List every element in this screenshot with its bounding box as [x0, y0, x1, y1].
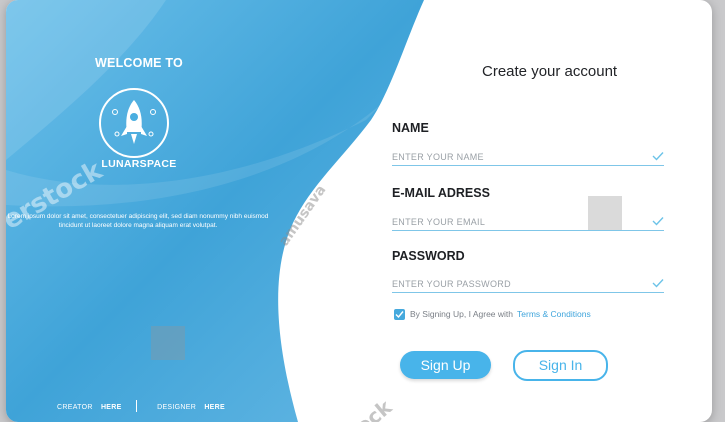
sign-up-button[interactable]: Sign Up [400, 351, 491, 379]
designer-link[interactable]: DESIGNER HERE [151, 404, 225, 411]
form-title: Create your account [482, 63, 618, 80]
footer-links: CREATOR HERE DESIGNER HERE [6, 400, 270, 412]
check-icon [652, 217, 664, 226]
watermark-logo-icon [151, 326, 185, 360]
password-input[interactable]: ENTER YOUR PASSWORD [392, 278, 664, 293]
check-icon [652, 279, 664, 288]
password-placeholder: ENTER YOUR PASSWORD [392, 279, 511, 289]
terms-link[interactable]: Terms & Conditions [517, 309, 591, 319]
watermark-logo-icon [588, 196, 622, 230]
welcome-heading: WELCOME TO [95, 56, 183, 70]
email-placeholder: ENTER YOUR EMAIL [392, 217, 486, 227]
check-icon [652, 152, 664, 161]
footer-divider [135, 400, 137, 412]
email-label: E-MAIL ADRESS [392, 186, 490, 200]
creator-link[interactable]: CREATOR HERE [51, 404, 122, 411]
name-input[interactable]: ENTER YOUR NAME [392, 151, 664, 166]
terms-consent: By Signing Up, I Agree with Terms & Cond… [394, 307, 591, 321]
password-label: PASSWORD [392, 249, 465, 263]
checkmark-icon [395, 310, 404, 318]
email-input[interactable]: ENTER YOUR EMAIL [392, 216, 664, 231]
name-label: NAME [392, 121, 429, 135]
sign-in-button[interactable]: Sign In [513, 350, 608, 381]
terms-checkbox[interactable] [394, 308, 405, 320]
name-placeholder: ENTER YOUR NAME [392, 152, 484, 162]
signup-card: WELCOME TO LUNARSPACE Lorem ipsum dolor … [6, 0, 712, 422]
rocket-logo-icon [99, 88, 169, 158]
consent-text: By Signing Up, I Agree with [410, 309, 514, 319]
